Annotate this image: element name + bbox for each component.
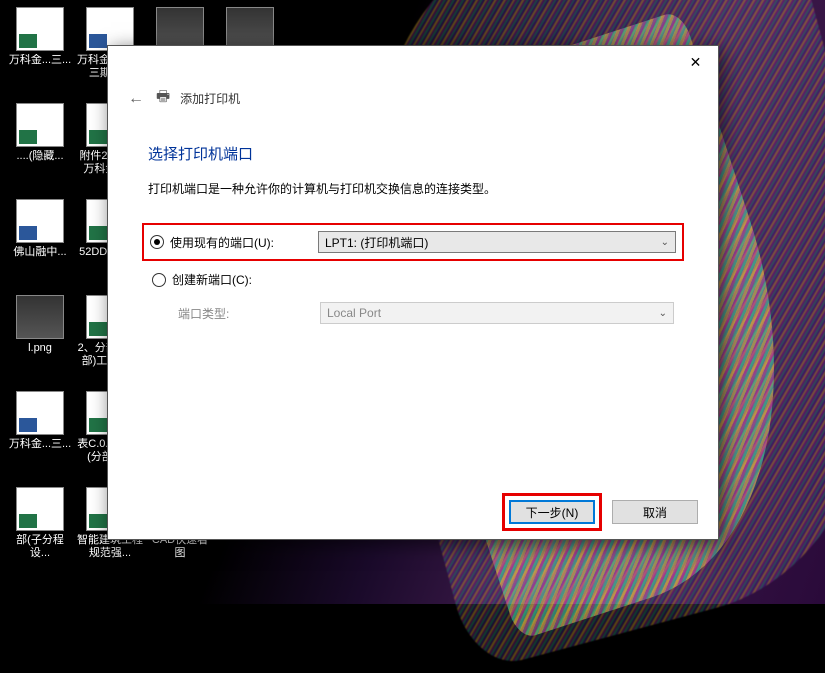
close-button[interactable]: ✕: [673, 47, 718, 77]
dialog-header: ← 🖶 添加打印机: [108, 78, 718, 125]
select-value: Local Port: [327, 306, 381, 320]
radio-label: 创建新端口(C):: [172, 271, 252, 288]
desktop-icon[interactable]: l.png: [5, 293, 75, 389]
excel-file-icon: [16, 103, 64, 147]
img-file-icon: [16, 295, 64, 339]
use-existing-port-radio[interactable]: 使用现有的端口(U):: [150, 234, 318, 251]
word-file-icon: [16, 199, 64, 243]
radio-icon: [150, 235, 164, 249]
radio-label: 使用现有的端口(U):: [170, 234, 274, 251]
icon-label: ....(隐藏...: [16, 150, 63, 163]
back-button[interactable]: ←: [126, 89, 146, 109]
chevron-down-icon: ⌄: [661, 237, 669, 248]
radio-icon: [152, 273, 166, 287]
add-printer-dialog: ✕ ← 🖶 添加打印机 选择打印机端口 打印机端口是一种允许你的计算机与打印机交…: [107, 45, 719, 540]
existing-port-select[interactable]: LPT1: (打印机端口) ⌄: [318, 231, 676, 253]
desktop-icon[interactable]: 佛山融中...: [5, 197, 75, 293]
icon-label: l.png: [28, 342, 52, 355]
dialog-content: 选择打印机端口 打印机端口是一种允许你的计算机与打印机交换信息的连接类型。 使用…: [108, 125, 718, 485]
dialog-footer: 下一步(N) 取消: [108, 485, 718, 539]
titlebar: ✕: [108, 46, 718, 78]
chevron-down-icon: ⌄: [659, 308, 667, 319]
desktop-icon[interactable]: ....(隐藏...: [5, 101, 75, 197]
page-heading: 选择打印机端口: [148, 143, 678, 164]
cancel-button[interactable]: 取消: [612, 500, 698, 524]
word-file-icon: [16, 391, 64, 435]
close-icon: ✕: [690, 54, 702, 71]
port-type-label: 端口类型:: [152, 305, 320, 322]
printer-icon: 🖶: [156, 86, 170, 111]
desktop-icon[interactable]: 万科金...三...: [5, 389, 75, 485]
port-type-row: 端口类型: Local Port ⌄: [148, 298, 678, 328]
icon-label: 万科金...三...: [9, 438, 71, 451]
back-arrow-icon: ←: [128, 90, 144, 108]
icon-label: 部(子分程设...: [7, 534, 73, 559]
select-value: LPT1: (打印机端口): [325, 234, 428, 251]
excel-file-icon: [16, 487, 64, 531]
next-button-highlight: 下一步(N): [502, 493, 602, 531]
existing-port-row: 使用现有的端口(U): LPT1: (打印机端口) ⌄: [142, 223, 684, 261]
create-new-port-radio[interactable]: 创建新端口(C):: [152, 271, 320, 288]
next-button[interactable]: 下一步(N): [509, 500, 595, 524]
button-label: 取消: [643, 504, 667, 521]
desktop-icon[interactable]: 万科金...三...: [5, 5, 75, 101]
page-description: 打印机端口是一种允许你的计算机与打印机交换信息的连接类型。: [148, 180, 678, 197]
icon-label: 万科金...三...: [9, 54, 71, 67]
excel-file-icon: [16, 7, 64, 51]
icon-label: 佛山融中...: [13, 246, 66, 259]
dialog-title: 添加打印机: [180, 90, 240, 107]
desktop-icon[interactable]: 部(子分程设...: [5, 485, 75, 581]
button-label: 下一步(N): [526, 504, 579, 521]
create-new-port-row: 创建新端口(C):: [148, 267, 678, 292]
port-type-select: Local Port ⌄: [320, 302, 674, 324]
